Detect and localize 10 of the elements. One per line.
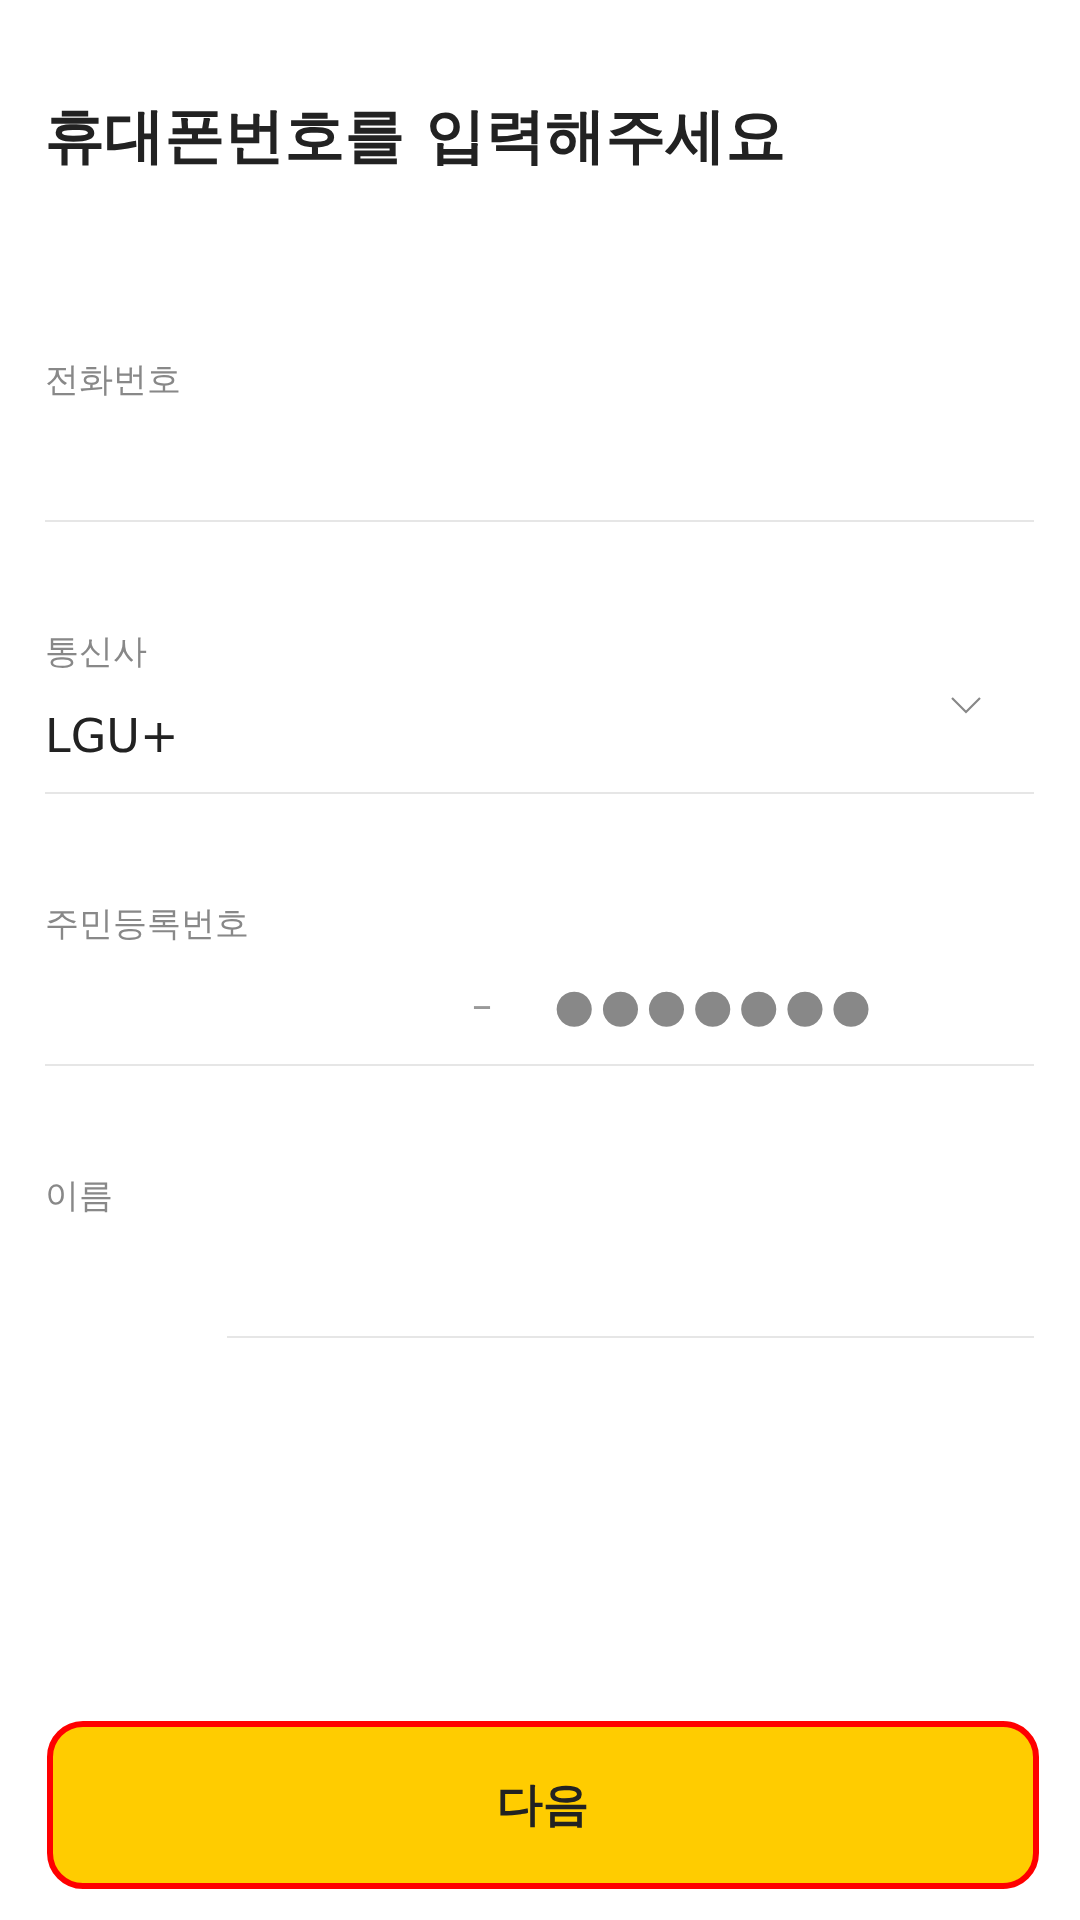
- masked-input-field[interactable]: ●●●●●●●: [540, 945, 1034, 1066]
- separator-dash: –: [472, 982, 492, 1027]
- next-button[interactable]: 다음: [47, 1721, 1039, 1889]
- field-label: 전화번호: [45, 358, 181, 401]
- page-title: 휴대폰번호를 입력해주세요: [45, 99, 786, 171]
- field-label: 통신사: [45, 630, 147, 673]
- chevron-down-icon: [951, 697, 981, 714]
- select-field[interactable]: LGU+: [45, 673, 1034, 794]
- field-label: 주민등록번호: [45, 902, 249, 945]
- field-label: 이름: [45, 1174, 113, 1217]
